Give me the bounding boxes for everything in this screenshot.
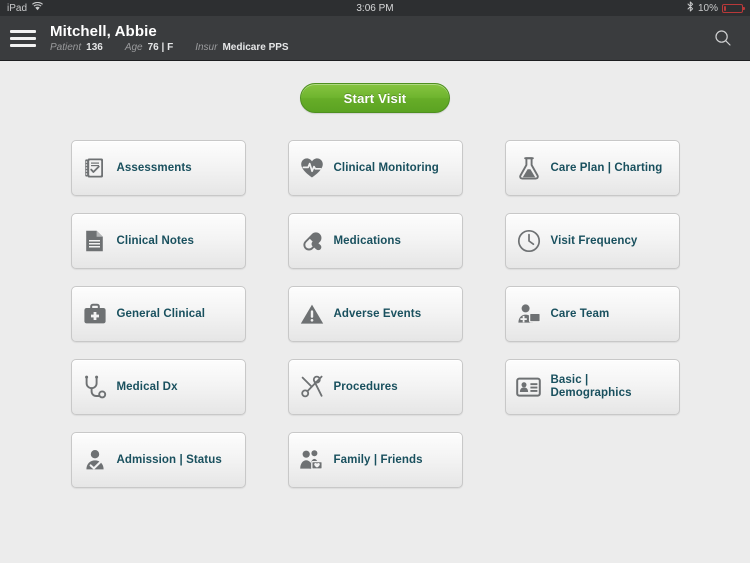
person-check-icon bbox=[82, 447, 108, 473]
module-tile[interactable]: Medical Dx bbox=[70, 359, 246, 415]
module-tile-label: Care Plan | Charting bbox=[550, 161, 663, 174]
heart-pulse-icon bbox=[299, 155, 325, 181]
module-tile-label: Adverse Events bbox=[333, 307, 422, 320]
module-tile[interactable]: Family | Friends bbox=[287, 432, 463, 488]
hamburger-menu-icon[interactable] bbox=[10, 25, 36, 51]
module-tile-label: Medications bbox=[333, 234, 402, 247]
battery-icon bbox=[722, 3, 745, 13]
stethoscope-icon bbox=[82, 374, 108, 400]
module-tile[interactable]: Adverse Events bbox=[287, 286, 463, 342]
clock-icon bbox=[516, 228, 542, 254]
module-tile-label: Clinical Monitoring bbox=[333, 161, 439, 174]
module-tile[interactable]: Visit Frequency bbox=[504, 213, 680, 269]
module-tile[interactable]: Assessments bbox=[70, 140, 246, 196]
status-bar-right: 10% bbox=[687, 1, 745, 15]
patient-header: Mitchell, Abbie Patient 136 Age 76 | F I… bbox=[0, 16, 750, 61]
module-tile[interactable]: Care Plan | Charting bbox=[504, 140, 680, 196]
scissors-icon bbox=[299, 374, 325, 400]
status-bar-time: 3:06 PM bbox=[356, 2, 394, 14]
search-icon[interactable] bbox=[710, 25, 736, 51]
document-lines-icon bbox=[82, 228, 108, 254]
age-value: 76 | F bbox=[147, 41, 174, 53]
pill-capsule-icon bbox=[299, 228, 325, 254]
start-visit-row: Start Visit bbox=[0, 61, 750, 113]
insurance-label: Insur bbox=[195, 41, 218, 53]
module-tile-grid: Assessments Clinical Monitoring Care Plan … bbox=[0, 140, 750, 488]
module-tile-label: Admission | Status bbox=[116, 453, 222, 466]
clipboard-check-icon bbox=[82, 155, 108, 181]
battery-percent-label: 10% bbox=[697, 2, 718, 14]
id-card-icon bbox=[516, 374, 542, 400]
module-tile-label: Visit Frequency bbox=[550, 234, 638, 247]
insurance-value: Medicare PPS bbox=[222, 41, 289, 53]
flask-icon bbox=[516, 155, 542, 181]
module-tile[interactable]: Medications bbox=[287, 213, 463, 269]
module-tile[interactable]: Basic | Demographics bbox=[504, 359, 680, 415]
family-heart-icon bbox=[299, 447, 325, 473]
module-tile[interactable]: General Clinical bbox=[70, 286, 246, 342]
module-tile[interactable]: Admission | Status bbox=[70, 432, 246, 488]
age-label: Age bbox=[124, 41, 143, 53]
module-tile-label: Basic | Demographics bbox=[550, 374, 632, 399]
bluetooth-icon bbox=[687, 1, 694, 15]
warning-triangle-icon bbox=[299, 301, 325, 327]
ios-status-bar: iPad 3:06 PM 10% bbox=[0, 0, 750, 16]
start-visit-button[interactable]: Start Visit bbox=[300, 83, 450, 113]
module-tile-label: Assessments bbox=[116, 161, 192, 174]
patient-id-value: 136 bbox=[86, 41, 103, 53]
module-tile[interactable]: Clinical Notes bbox=[70, 213, 246, 269]
patient-name: Mitchell, Abbie bbox=[50, 22, 157, 40]
people-medical-icon bbox=[516, 301, 542, 327]
module-tile-label: Care Team bbox=[550, 307, 610, 320]
module-tile[interactable]: Procedures bbox=[287, 359, 463, 415]
patient-meta-row: Patient 136 Age 76 | F Insur Medicare PP… bbox=[50, 42, 289, 54]
module-tile[interactable]: Care Team bbox=[504, 286, 680, 342]
patient-id-label: Patient bbox=[50, 41, 82, 53]
module-tile-label: Procedures bbox=[333, 380, 398, 393]
module-tile-label: Family | Friends bbox=[333, 453, 423, 466]
module-tile[interactable]: Clinical Monitoring bbox=[287, 140, 463, 196]
patient-info-block: Mitchell, Abbie Patient 136 Age 76 | F I… bbox=[50, 23, 289, 54]
module-tile-label: Clinical Notes bbox=[116, 234, 194, 247]
module-tile-label: General Clinical bbox=[116, 307, 206, 320]
module-tile-label: Medical Dx bbox=[116, 380, 178, 393]
main-content: Start Visit Assessments Clinical Monitori… bbox=[0, 61, 750, 563]
medical-bag-icon bbox=[82, 301, 108, 327]
